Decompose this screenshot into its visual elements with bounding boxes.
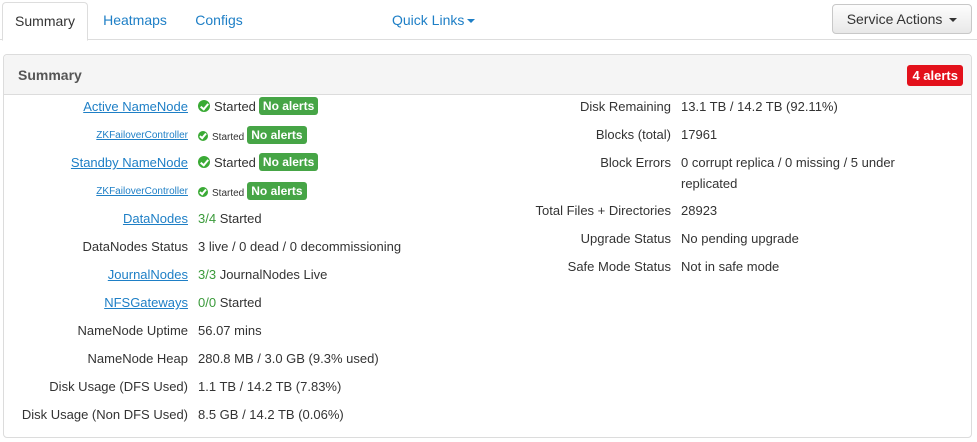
row-standby-namenode: Standby NameNode Started No alerts xyxy=(0,153,480,173)
tab-configs[interactable]: Configs xyxy=(186,2,252,40)
row-block-errors: Block Errors 0 corrupt replica / 0 missi… xyxy=(480,153,970,193)
block-errors-value-line2: replicated xyxy=(681,176,738,191)
disk-remaining-label: Disk Remaining xyxy=(579,99,671,114)
namenode-uptime-value: 56.07 mins xyxy=(198,323,262,338)
row-disk-remaining: Disk Remaining 13.1 TB / 14.2 TB (92.11%… xyxy=(480,97,970,117)
row-namenode-uptime: NameNode Uptime 56.07 mins xyxy=(0,321,480,341)
check-circle-icon xyxy=(198,187,208,197)
safe-mode-value: Not in safe mode xyxy=(681,259,780,274)
alerts-badge[interactable]: 4 alerts xyxy=(907,65,963,86)
zkfc-link-2[interactable]: ZKFailoverController xyxy=(0,182,188,202)
disk-usage-non-dfs-value: 8.5 GB / 14.2 TB (0.06%) xyxy=(198,407,344,422)
tab-summary[interactable]: Summary xyxy=(2,2,88,41)
no-alerts-badge[interactable]: No alerts xyxy=(247,126,307,144)
standby-namenode-link[interactable]: Standby NameNode xyxy=(0,153,188,173)
service-actions-label: Service Actions xyxy=(846,11,943,27)
datanodes-value: 3/4 Started xyxy=(198,209,262,229)
datanodes-suffix: Started xyxy=(219,211,262,226)
standby-namenode-status: Started No alerts xyxy=(198,153,319,173)
datanodes-status-value: 3 live / 0 dead / 0 decommissioning xyxy=(198,239,402,254)
zkfc-link-1[interactable]: ZKFailoverController xyxy=(0,126,188,146)
blocks-total-value: 17961 xyxy=(681,127,718,142)
no-alerts-badge[interactable]: No alerts xyxy=(258,153,319,171)
no-alerts-badge[interactable]: No alerts xyxy=(258,97,319,115)
row-datanodes-status: DataNodes Status 3 live / 0 dead / 0 dec… xyxy=(0,237,480,257)
datanodes-count: 3/4 xyxy=(198,211,217,226)
status-text: Started xyxy=(212,132,245,143)
no-alerts-badge[interactable]: No alerts xyxy=(247,182,307,200)
active-namenode-status: Started No alerts xyxy=(198,97,319,117)
nfsgateways-value: 0/0 Started xyxy=(198,293,262,313)
row-total-files: Total Files + Directories 28923 xyxy=(480,201,970,221)
journalnodes-suffix: JournalNodes Live xyxy=(219,267,328,282)
row-journalnodes: JournalNodes 3/3 JournalNodes Live xyxy=(0,265,480,285)
row-safe-mode: Safe Mode Status Not in safe mode xyxy=(480,257,970,277)
disk-usage-non-dfs-label: Disk Usage (Non DFS Used) xyxy=(21,407,188,422)
active-namenode-link[interactable]: Active NameNode xyxy=(0,97,188,117)
status-text: Started xyxy=(214,99,256,114)
journalnodes-count: 3/3 xyxy=(198,267,217,282)
panel-title: Summary xyxy=(18,67,82,83)
caret-down-icon xyxy=(949,18,958,23)
row-nfsgateways: NFSGateways 0/0 Started xyxy=(0,293,480,313)
total-files-label: Total Files + Directories xyxy=(535,203,671,218)
zkfc-1-status: Started No alerts xyxy=(198,126,307,148)
row-blocks-total: Blocks (total) 17961 xyxy=(480,125,970,145)
status-text: Started xyxy=(212,188,245,199)
journalnodes-value: 3/3 JournalNodes Live xyxy=(198,265,327,285)
datanodes-link[interactable]: DataNodes xyxy=(0,209,188,229)
namenode-heap-label: NameNode Heap xyxy=(87,351,188,366)
safe-mode-label: Safe Mode Status xyxy=(567,259,671,274)
row-zkfc-2: ZKFailoverController Started No alerts xyxy=(0,182,480,202)
journalnodes-link[interactable]: JournalNodes xyxy=(0,265,188,285)
disk-usage-dfs-value: 1.1 TB / 14.2 TB (7.83%) xyxy=(198,379,342,394)
row-namenode-heap: NameNode Heap 280.8 MB / 3.0 GB (9.3% us… xyxy=(0,349,480,369)
block-errors-value-line1: 0 corrupt replica / 0 missing / 5 under xyxy=(681,155,895,170)
tab-heatmaps[interactable]: Heatmaps xyxy=(96,2,174,40)
nfsgateways-link[interactable]: NFSGateways xyxy=(0,293,188,313)
namenode-heap-value: 280.8 MB / 3.0 GB (9.3% used) xyxy=(198,351,379,366)
total-files-value: 28923 xyxy=(681,203,718,218)
nfsgateways-suffix: Started xyxy=(219,295,262,310)
nfsgateways-count: 0/0 xyxy=(198,295,217,310)
caret-down-icon xyxy=(467,19,476,24)
status-text: Started xyxy=(214,155,256,170)
check-circle-icon xyxy=(198,156,210,168)
zkfc-2-status: Started No alerts xyxy=(198,182,307,204)
row-disk-usage-non-dfs: Disk Usage (Non DFS Used) 8.5 GB / 14.2 … xyxy=(0,405,480,425)
disk-usage-dfs-label: Disk Usage (DFS Used) xyxy=(49,379,188,394)
row-disk-usage-dfs: Disk Usage (DFS Used) 1.1 TB / 14.2 TB (… xyxy=(0,377,480,397)
namenode-uptime-label: NameNode Uptime xyxy=(77,323,188,338)
row-zkfc-1: ZKFailoverController Started No alerts xyxy=(0,126,480,146)
upgrade-status-label: Upgrade Status xyxy=(580,231,671,246)
service-actions-button[interactable]: Service Actions xyxy=(832,4,972,34)
row-upgrade-status: Upgrade Status No pending upgrade xyxy=(480,229,970,249)
summary-panel-header: Summary 4 alerts xyxy=(4,55,971,95)
quick-links-label: Quick Links xyxy=(392,12,465,28)
row-active-namenode: Active NameNode Started No alerts xyxy=(0,97,480,117)
upgrade-status-value: No pending upgrade xyxy=(681,231,799,246)
quick-links-dropdown[interactable]: Quick Links xyxy=(392,12,476,28)
blocks-total-label: Blocks (total) xyxy=(595,127,671,142)
check-circle-icon xyxy=(198,131,208,141)
service-tabs: Summary Heatmaps Configs xyxy=(0,0,977,41)
datanodes-status-label: DataNodes Status xyxy=(82,239,188,254)
block-errors-label: Block Errors xyxy=(600,155,671,170)
disk-remaining-value: 13.1 TB / 14.2 TB (92.11%) xyxy=(681,99,838,114)
row-datanodes: DataNodes 3/4 Started xyxy=(0,209,480,229)
check-circle-icon xyxy=(198,100,210,112)
